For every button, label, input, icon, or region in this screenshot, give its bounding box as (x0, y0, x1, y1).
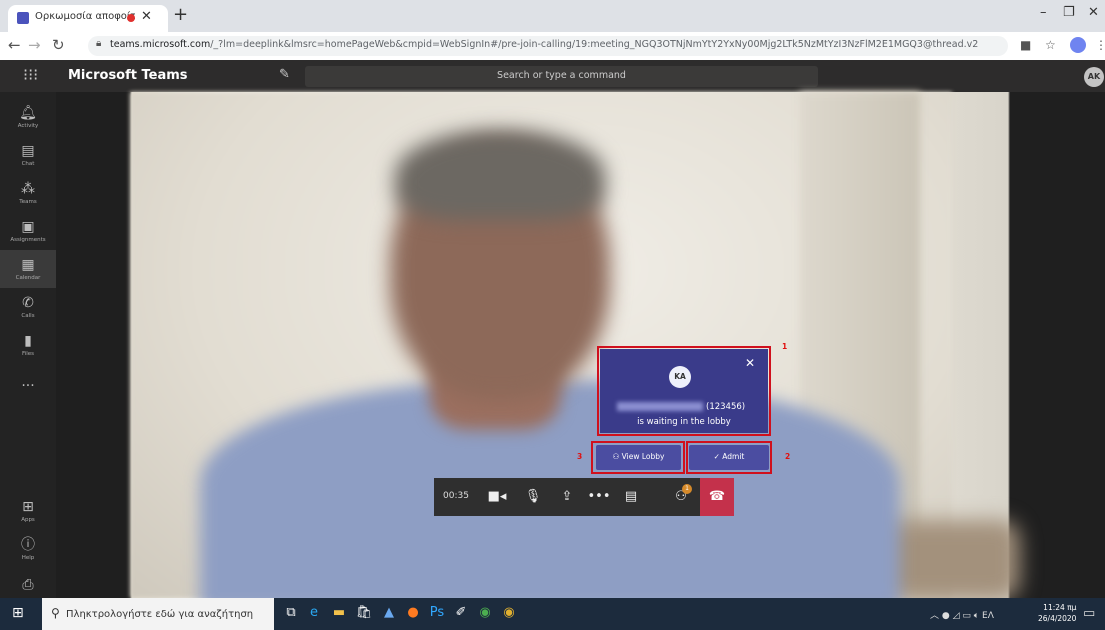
more-actions-icon[interactable]: ••• (584, 478, 614, 516)
network-icon: ◿ (952, 611, 963, 621)
participants-badge: 1 (682, 484, 692, 494)
rail-label: Chat (21, 161, 35, 167)
annotation-box-1 (597, 346, 771, 436)
rail-label: Apps (21, 517, 35, 523)
new-tab-button[interactable]: + (173, 4, 188, 25)
url-host: teams.microsoft.com (110, 39, 211, 50)
bell-icon: 🔔︎ (19, 105, 37, 121)
taskbar-search-input[interactable]: Πληκτρολογήστε εδώ για αναζήτηση (66, 609, 253, 620)
restore-button[interactable]: ❐ (1063, 5, 1075, 20)
teams-favicon-icon (17, 12, 29, 24)
call-timer: 00:35 (443, 491, 469, 501)
recording-indicator-icon (127, 14, 135, 22)
app-title: Microsoft Teams (68, 68, 188, 83)
search-icon: ⚲ (51, 606, 60, 620)
chrome-icon[interactable]: ◉ (476, 604, 494, 622)
camera-toggle-icon[interactable]: ■◂ (482, 478, 512, 516)
tab-title: Ορκωμοσία αποφοίτων του (35, 11, 135, 22)
edge-icon[interactable]: e (305, 604, 323, 622)
rail-label: Files (21, 351, 35, 357)
chat-icon: ▤ (21, 143, 35, 159)
task-view-icon[interactable]: ⧉ (282, 604, 300, 622)
annotation-number-3: 3 (577, 452, 583, 461)
photoshop-icon[interactable]: Ps (428, 604, 446, 622)
rail-label: Help (21, 555, 35, 561)
clock-date: 26/4/2020 (1038, 614, 1077, 623)
teams-icon: ⁂ (21, 181, 35, 197)
annotation-number-2: 2 (785, 452, 791, 461)
paint-icon[interactable]: ✐ (452, 604, 470, 622)
app-launcher-icon[interactable]: ⁝⁝⁝ (23, 65, 38, 84)
search-input[interactable]: Search or type a command (305, 70, 818, 81)
rail-label: Activity (17, 123, 39, 129)
video-person-hair (395, 130, 605, 220)
rail-label: Calendar (15, 275, 41, 281)
minimize-button[interactable]: – (1040, 5, 1047, 20)
profile-icon[interactable] (1070, 37, 1086, 53)
new-chat-icon[interactable]: ✎ (279, 67, 290, 82)
rail-item-calls[interactable]: ✆ Calls (0, 288, 56, 326)
url-text[interactable]: teams.microsoft.com/_?lm=deeplink&lmsrc=… (110, 39, 978, 50)
camera-icon[interactable]: ■ (1020, 38, 1031, 52)
windows-start-icon[interactable]: ⊞ (12, 605, 24, 621)
participants-icon[interactable]: ⚇ (666, 478, 696, 516)
rail-label: Calls (21, 313, 35, 319)
hang-up-icon: ☎ (708, 489, 726, 504)
left-rail: 🔔︎ Activity ▤ Chat ⁂ Teams ▣ Assignments ▦ Ca… (0, 92, 56, 598)
show-conversation-icon[interactable]: ▤ (616, 478, 646, 516)
rail-label: Assignments (10, 237, 46, 243)
rail-label: Teams (19, 199, 37, 205)
star-icon[interactable]: ☆ (1045, 38, 1056, 52)
back-icon[interactable]: ← (8, 36, 21, 54)
rail-item-chat[interactable]: ▤ Chat (0, 136, 56, 174)
more-apps-icon[interactable]: ··· (0, 378, 56, 394)
rail-item-assignments[interactable]: ▣ Assignments (0, 212, 56, 250)
browser-tab[interactable]: Ορκωμοσία αποφοίτων του ✕ (8, 5, 168, 32)
forward-icon[interactable]: → (28, 36, 41, 54)
user-avatar[interactable]: AK (1084, 67, 1104, 87)
system-tray[interactable]: ︿ ● ◿ ▭ 🔈︎ ΕΛ (930, 608, 994, 621)
reload-icon[interactable]: ↻ (52, 36, 65, 54)
calendar-icon: ▦ (21, 257, 35, 273)
share-screen-icon[interactable]: ⇪ (552, 478, 582, 516)
mic-tray-icon: ● (941, 611, 953, 621)
rail-item-teams[interactable]: ⁂ Teams (0, 174, 56, 212)
annotation-number-1: 1 (782, 342, 788, 351)
notification-icon[interactable]: ▭ (1083, 606, 1095, 621)
download-icon: ⎙ (22, 577, 34, 593)
lock-icon[interactable]: 🔒︎ (96, 38, 101, 49)
tab-close-icon[interactable]: ✕ (141, 9, 152, 24)
annotation-box-3 (591, 441, 685, 474)
url-path: /_?lm=deeplink&lmsrc=homePageWeb&cmpid=W… (210, 39, 979, 50)
rail-item-apps[interactable]: ⊞ Apps (0, 492, 56, 530)
clock-time: 11:24 πμ (1043, 603, 1077, 612)
file-icon: ▮ (24, 333, 32, 349)
rail-item-activity[interactable]: 🔔︎ Activity (0, 98, 56, 136)
phone-icon: ✆ (22, 295, 34, 311)
help-icon: ⓘ (21, 537, 35, 553)
firefox-icon[interactable]: ● (404, 604, 422, 622)
rail-item-calendar[interactable]: ▦ Calendar (0, 250, 56, 288)
close-window-button[interactable]: ✕ (1088, 5, 1099, 20)
apps-icon: ⊞ (22, 499, 34, 515)
app-icon[interactable]: ▲ (380, 604, 398, 622)
rail-item-help[interactable]: ⓘ Help (0, 530, 56, 568)
language-indicator[interactable]: ΕΛ (982, 611, 994, 621)
microphone-icon[interactable]: 🎙︎ (518, 478, 548, 516)
menu-icon[interactable]: ⋮ (1095, 38, 1105, 52)
annotation-box-2 (686, 441, 772, 474)
battery-icon: ▭ (962, 611, 974, 621)
tray-chevron-icon[interactable]: ︿ (930, 611, 942, 621)
store-icon[interactable]: 🛍︎ (355, 604, 373, 622)
rail-item-files[interactable]: ▮ Files (0, 326, 56, 364)
volume-icon: 🔈︎ (973, 611, 983, 621)
chrome-profile-icon[interactable]: ◉ (500, 604, 518, 622)
assignments-icon: ▣ (21, 219, 35, 235)
file-explorer-icon[interactable]: ▬ (330, 604, 348, 622)
hang-up-button[interactable]: ☎ (700, 478, 734, 516)
taskbar-clock[interactable]: 11:24 πμ 26/4/2020 (1038, 602, 1076, 624)
